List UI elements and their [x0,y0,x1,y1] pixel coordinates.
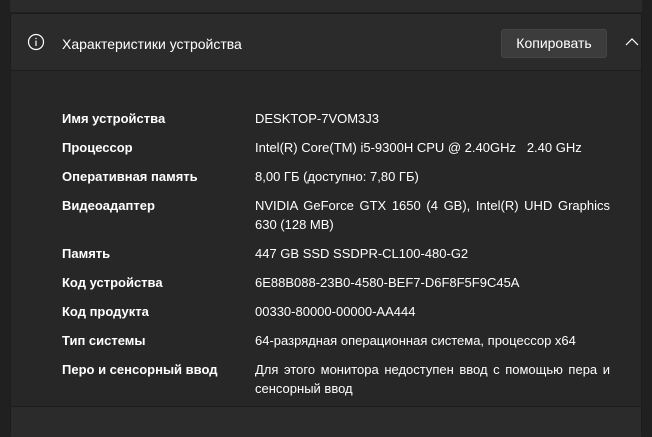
chevron-up-icon[interactable] [624,36,640,48]
spec-label: Имя устройства [62,111,166,126]
info-icon [27,33,45,51]
spec-label: Видеоадаптер [62,198,155,213]
spec-value: 6E88B088-23B0-4580-BEF7-D6F8F5F9C45A [255,275,520,290]
spec-label: Оперативная память [62,169,198,184]
previous-section-edge [0,0,652,13]
spec-label: Перо и сенсорный ввод [62,362,218,377]
panel-header[interactable]: Характеристики устройства Копировать [11,14,641,71]
device-specifications-panel: Характеристики устройства Копировать Имя… [10,13,642,437]
spec-label: Тип системы [62,333,146,348]
spec-label: Память [62,246,111,261]
spec-label: Код устройства [62,275,163,290]
panel-title: Характеристики устройства [62,36,242,52]
spec-value: NVIDIA GeForce GTX 1650 (4 GB), Intel(R)… [255,198,610,232]
spec-value: 64-разрядная операционная система, проце… [255,333,576,348]
spec-value: 00330-80000-00000-AA444 [255,304,416,319]
previous-card-bottom [10,0,642,12]
next-section [11,407,641,437]
spec-value: Intel(R) Core(TM) i5-9300H CPU @ 2.40GHz… [255,140,582,155]
spec-value: DESKTOP-7VOM3J3 [255,111,380,126]
spec-label: Процессор [62,140,133,155]
spec-value: 447 GB SSD SSDPR-CL100-480-G2 [255,246,469,261]
spec-value: 8,00 ГБ (доступно: 7,80 ГБ) [255,169,419,184]
spec-value: Для этого монитора недоступен ввод с пом… [255,362,610,396]
copy-button[interactable]: Копировать [501,29,607,58]
spec-label: Код продукта [62,304,149,319]
